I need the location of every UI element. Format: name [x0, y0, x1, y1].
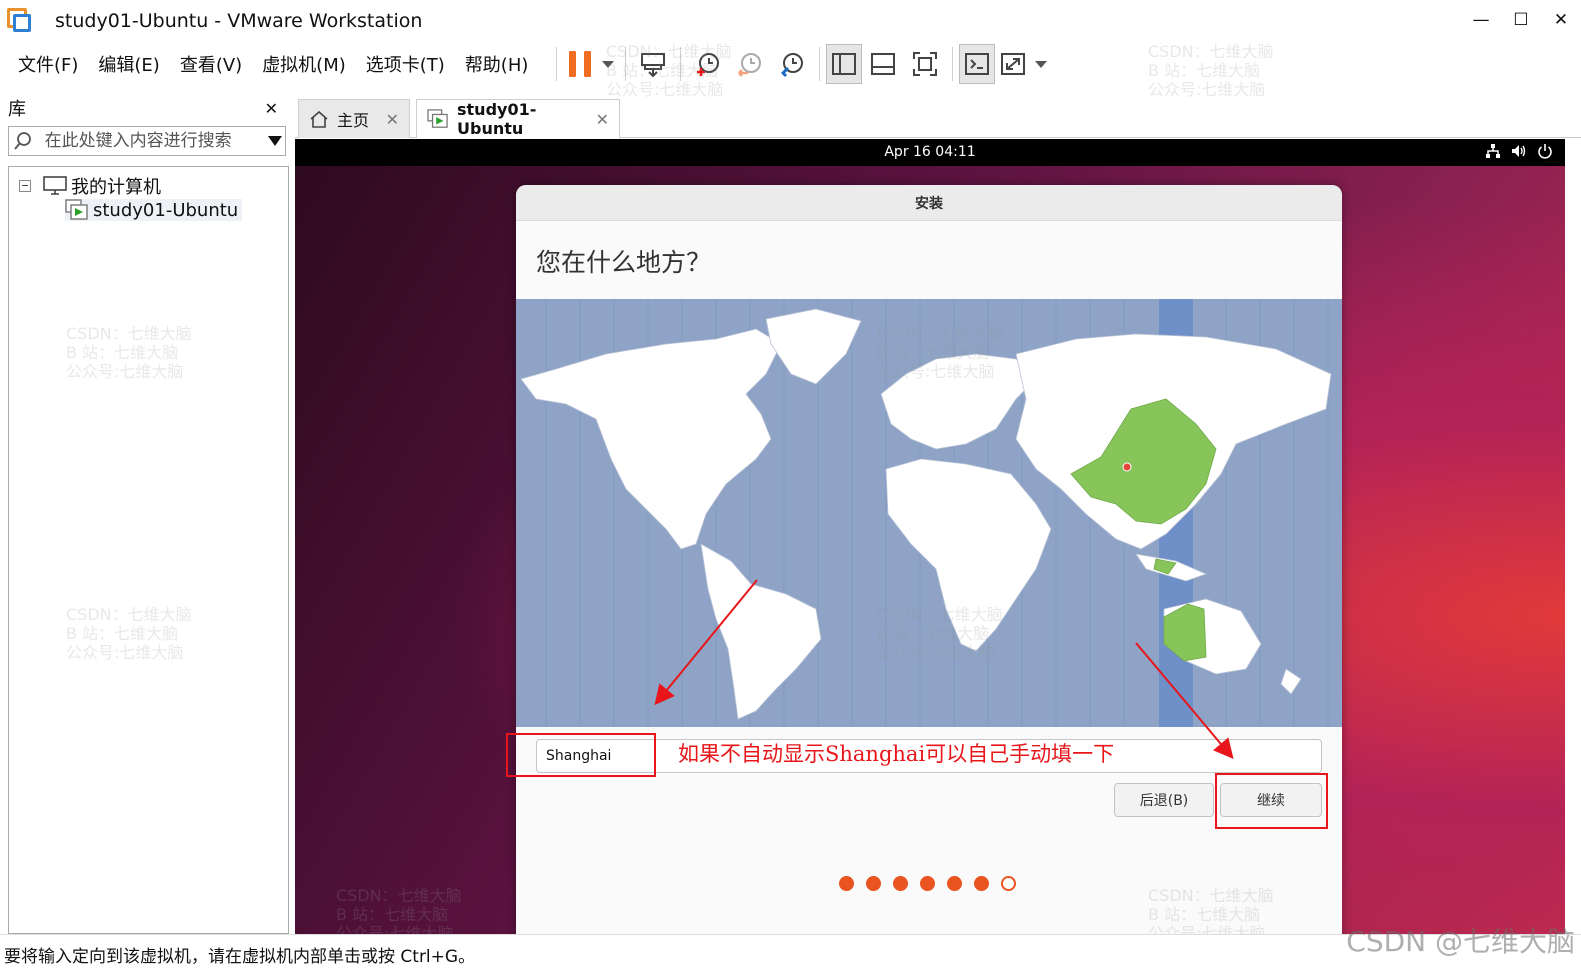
- annotation-text: 如果不自动显示Shanghai可以自己手动填一下: [678, 742, 1115, 766]
- menu-file[interactable]: 文件(F): [0, 51, 88, 77]
- close-window-button[interactable]: ✕: [1541, 0, 1581, 40]
- revert-snapshot-button[interactable]: [729, 44, 771, 84]
- pause-button[interactable]: [563, 44, 597, 84]
- window-title: study01-Ubuntu - VMware Workstation: [55, 10, 423, 32]
- revert-snapshot-icon: [738, 53, 762, 77]
- tree-item-label: study01-Ubuntu: [93, 199, 239, 221]
- annotation-box-continue: [1215, 773, 1328, 829]
- library-search-box: [8, 126, 286, 156]
- send-ctrl-alt-del-icon: [641, 53, 666, 78]
- computer-icon: [43, 176, 67, 195]
- library-close-button[interactable]: ✕: [265, 99, 278, 118]
- full-screen-button[interactable]: [904, 44, 946, 84]
- snapshot-manager-icon: [781, 53, 804, 78]
- maximize-button[interactable]: ☐: [1501, 0, 1541, 40]
- progress-dot-done: [893, 876, 908, 891]
- tab-study01-ubuntu[interactable]: study01-Ubuntu ✕: [416, 99, 620, 138]
- installer-header: 安装: [516, 185, 1342, 221]
- back-button[interactable]: 后退(B): [1114, 783, 1214, 817]
- library-tree: − 我的计算机 study01-Ubuntu: [8, 166, 289, 934]
- menu-vm[interactable]: 虚拟机(M): [252, 51, 356, 77]
- stretch-dropdown-button[interactable]: [1031, 44, 1051, 84]
- tree-item-my-computer[interactable]: − 我的计算机: [19, 173, 161, 199]
- tab-close-button[interactable]: ✕: [386, 110, 399, 129]
- volume-icon: [1512, 145, 1526, 157]
- progress-dot-done: [920, 876, 935, 891]
- status-bar: 要将输入定向到该虚拟机，请在虚拟机内部单击或按 Ctrl+G。: [0, 934, 1581, 974]
- toolbar-separator: [680, 47, 682, 81]
- send-ctrl-alt-del-button[interactable]: [632, 44, 674, 84]
- library-header: 库 ✕: [0, 92, 292, 124]
- power-dropdown-button[interactable]: [597, 44, 619, 84]
- stretch-guest-button[interactable]: [995, 44, 1031, 84]
- progress-dot-pending: [1001, 876, 1016, 891]
- toolbar-separator: [556, 47, 558, 81]
- window-controls: — ☐ ✕: [1461, 0, 1581, 40]
- menu-tabs[interactable]: 选项卡(T): [356, 51, 455, 77]
- tab-bar: 主页 ✕ study01-Ubuntu ✕: [295, 92, 1581, 138]
- take-snapshot-button[interactable]: [687, 44, 729, 84]
- vm-running-icon: [65, 199, 88, 220]
- progress-dot-done: [974, 876, 989, 891]
- library-search-input[interactable]: [36, 127, 264, 155]
- power-icon: [1538, 144, 1552, 159]
- search-dropdown-button[interactable]: [264, 136, 285, 146]
- thumbnail-bar-icon: [871, 53, 896, 75]
- vm-running-icon: [427, 109, 448, 128]
- chevron-down-icon: [267, 136, 282, 146]
- minimize-button[interactable]: —: [1461, 0, 1501, 40]
- search-icon: [9, 131, 37, 151]
- snapshot-icon: [697, 53, 720, 76]
- tab-close-button[interactable]: ✕: [596, 110, 609, 129]
- show-library-button[interactable]: [826, 44, 863, 84]
- progress-dot-done: [839, 876, 854, 891]
- stretch-guest-icon: [1001, 53, 1026, 75]
- menu-edit[interactable]: 编辑(E): [88, 51, 169, 77]
- installer-question: 您在什么地方？: [536, 248, 712, 277]
- tab-label: 主页: [337, 111, 370, 130]
- full-screen-icon: [913, 52, 938, 76]
- vmware-logo-icon: [7, 8, 33, 34]
- tab-label: study01-Ubuntu: [457, 100, 537, 138]
- library-panel: 库 ✕ − 我的计算机 study01-Ubuntu: [0, 92, 292, 934]
- menu-toolbar-bar: 文件(F) 编辑(E) 查看(V) 虚拟机(M) 选项卡(T) 帮助(H): [0, 42, 1581, 86]
- pause-icon: [569, 51, 592, 77]
- csdn-credit-watermark: CSDN @七维大脑: [1346, 925, 1575, 958]
- tab-home[interactable]: 主页 ✕: [298, 99, 410, 138]
- install-progress-dots: [839, 876, 1016, 891]
- tree-collapse-toggle[interactable]: −: [19, 180, 31, 192]
- toolbar-separator: [625, 47, 627, 81]
- tree-item-label: 我的计算机: [71, 177, 161, 198]
- window-title-bar: study01-Ubuntu - VMware Workstation — ☐ …: [0, 0, 1581, 42]
- tree-item-vm[interactable]: study01-Ubuntu: [65, 199, 243, 221]
- snapshot-manager-button[interactable]: [771, 44, 813, 84]
- timezone-world-map[interactable]: [516, 299, 1342, 727]
- menu-help[interactable]: 帮助(H): [455, 51, 539, 77]
- toolbar-separator: [819, 47, 821, 81]
- show-library-icon: [832, 53, 857, 75]
- chevron-down-icon: [602, 60, 615, 68]
- toolbar-separator: [952, 47, 954, 81]
- menu-view[interactable]: 查看(V): [170, 51, 252, 77]
- toolbar: [550, 44, 1051, 84]
- thumbnail-bar-button[interactable]: [862, 44, 904, 84]
- gnome-clock[interactable]: Apr 16 04:11: [295, 144, 1565, 160]
- gnome-top-bar: Apr 16 04:11: [295, 139, 1565, 166]
- annotation-box-timezone: [506, 733, 656, 777]
- gnome-system-menu[interactable]: [1485, 143, 1553, 159]
- network-icon: [1486, 144, 1500, 158]
- library-title: 库: [8, 99, 26, 120]
- status-text: 要将输入定向到该虚拟机，请在虚拟机内部单击或按 Ctrl+G。: [4, 947, 476, 967]
- progress-dot-done: [947, 876, 962, 891]
- vm-console[interactable]: Apr 16 04:11 安装 您在什么地方？ Shanghai 后退(B) 继…: [295, 139, 1565, 934]
- progress-dot-done: [866, 876, 881, 891]
- chevron-down-icon: [1035, 60, 1048, 68]
- home-icon: [310, 110, 328, 128]
- console-view-button[interactable]: [959, 44, 996, 84]
- console-view-icon: [965, 53, 990, 75]
